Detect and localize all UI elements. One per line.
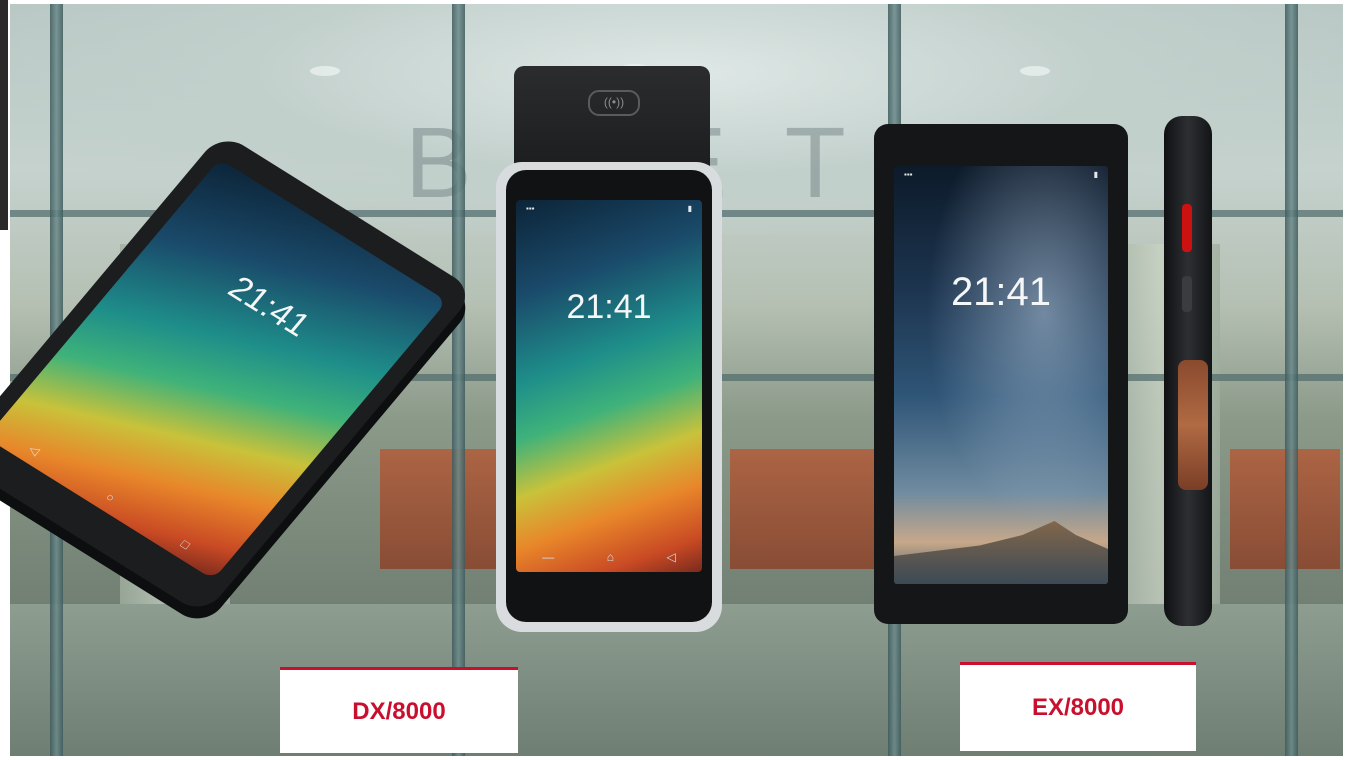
- status-bar: ▪▪▪ ▮: [904, 170, 1098, 179]
- ceiling-lamp: [1020, 66, 1050, 76]
- model-label-text: EX/8000: [1031, 694, 1125, 721]
- model-label-text: DX/8000: [352, 697, 446, 725]
- device-body: ▪▪▪ ▮ 21:41: [874, 124, 1128, 624]
- device-body: [1164, 116, 1212, 626]
- side-grip-accent: [1178, 360, 1208, 490]
- ceiling-lamp: [310, 66, 340, 76]
- nav-bar: — ⌂ ◁: [542, 550, 676, 564]
- model-label-dx: DX/8000: [280, 667, 518, 753]
- device-screen: ▪▪▪ ▮ 21:41: [894, 166, 1108, 584]
- product-scene: BUETO 21:41 ◁ ○ □ ((•)) ▪▪▪ ▮ 21:41 — ⌂ …: [0, 0, 1346, 760]
- device-side-profile: [1160, 116, 1216, 628]
- side-button-red: [1182, 204, 1192, 252]
- model-label-ex: EX/8000: [960, 662, 1196, 751]
- device-body: ▪▪▪ ▮ 21:41 — ⌂ ◁: [496, 162, 722, 632]
- glass-frame: [1285, 4, 1298, 756]
- device-bezel: ▪▪▪ ▮ 21:41 — ⌂ ◁: [506, 170, 712, 622]
- device-screen: ▪▪▪ ▮ 21:41 — ⌂ ◁: [516, 200, 702, 572]
- side-button: [1182, 276, 1192, 312]
- clock-text: 21:41: [220, 269, 318, 344]
- nfc-reader-head: ((•)): [514, 66, 710, 172]
- left-edge-bar: [0, 0, 8, 230]
- contactless-icon: ((•)): [588, 90, 640, 116]
- tablet-ex: ▪▪▪ ▮ 21:41: [872, 120, 1132, 628]
- landscape-silhouette: [894, 521, 1108, 584]
- clock-text: 21:41: [566, 288, 652, 326]
- status-bar: ▪▪▪ ▮: [526, 204, 692, 213]
- pos-terminal-dx: 21:41 ◁ ○ □: [0, 132, 490, 616]
- pos-terminal-upright: ((•)) ▪▪▪ ▮ 21:41 — ⌂ ◁: [490, 66, 728, 632]
- clock-text: 21:41: [950, 270, 1052, 314]
